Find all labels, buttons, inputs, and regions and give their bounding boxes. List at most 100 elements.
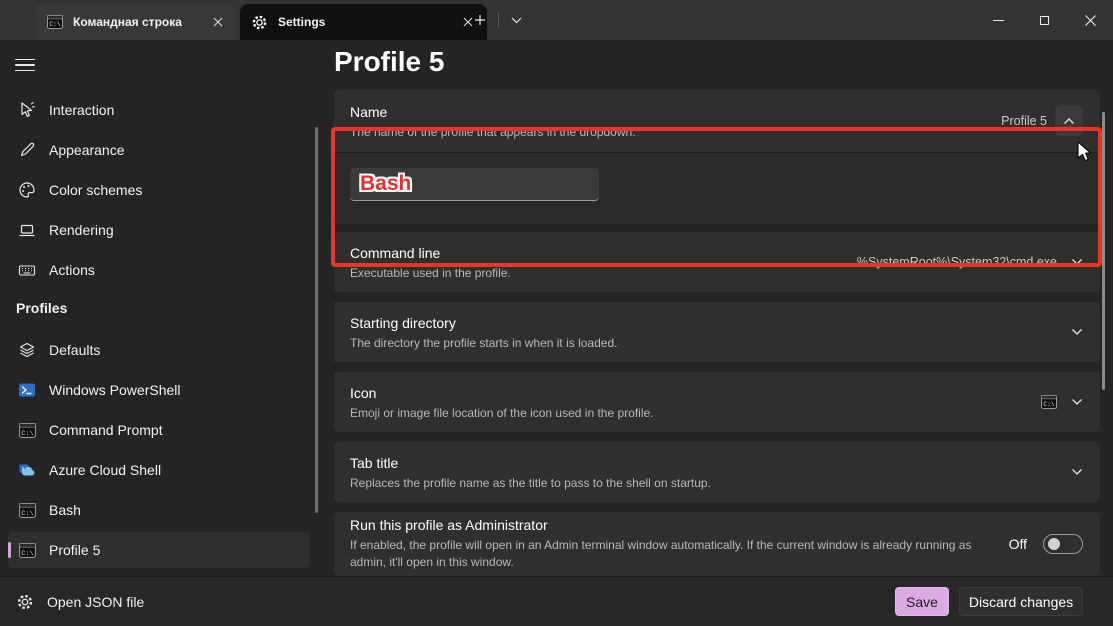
setting-title: Tab title	[350, 455, 1071, 471]
sidebar-item-label: Actions	[49, 262, 95, 278]
tab-settings[interactable]: Settings	[240, 4, 487, 40]
setting-description: Replaces the profile name as the title t…	[350, 476, 1071, 490]
setting-title: Command line	[350, 245, 857, 261]
gear-icon	[251, 14, 268, 31]
minimize-button[interactable]	[975, 0, 1021, 40]
new-tab-button[interactable]	[468, 8, 492, 32]
save-button[interactable]: Save	[895, 587, 949, 616]
cmd-window-icon: C:\	[18, 501, 36, 519]
sidebar-item-bash[interactable]: C:\ Bash	[8, 492, 310, 528]
open-json-file-button[interactable]: Open JSON file	[16, 593, 144, 611]
name-input[interactable]: Bash	[350, 168, 599, 201]
sidebar-item-label: Color schemes	[49, 182, 142, 198]
starting-directory-row[interactable]: Starting directory The directory the pro…	[334, 302, 1100, 362]
close-button[interactable]	[1067, 0, 1113, 40]
sidebar-item-azure-cloud-shell[interactable]: Azure Cloud Shell	[8, 452, 310, 488]
windows-terminal-settings-window: C:\ Командная строка Settings	[0, 0, 1113, 626]
setting-description: Emoji or image file location of the icon…	[350, 406, 1041, 420]
sidebar-item-defaults[interactable]: Defaults	[8, 332, 310, 368]
svg-text:C:\: C:\	[49, 21, 61, 28]
setting-title: Name	[350, 104, 1001, 120]
tab-label: Командная строка	[73, 15, 207, 29]
content-scrollbar[interactable]	[1102, 112, 1105, 390]
sidebar-item-label: Rendering	[49, 222, 114, 238]
gear-icon	[16, 593, 34, 611]
setting-description: The directory the profile starts in when…	[350, 336, 1071, 350]
chevron-down-icon	[1071, 398, 1083, 406]
sidebar-item-actions[interactable]: Actions	[8, 252, 310, 288]
mouse-pointer-icon	[18, 101, 36, 119]
cmd-window-icon: C:\	[18, 541, 36, 559]
tab-divider	[498, 12, 499, 28]
sidebar-scrollbar[interactable]	[315, 127, 318, 513]
sidebar-item-windows-powershell[interactable]: Windows PowerShell	[8, 372, 310, 408]
sidebar-item-command-prompt[interactable]: C:\ Command Prompt	[8, 412, 310, 448]
window-controls	[975, 0, 1113, 40]
hamburger-menu-button[interactable]	[12, 52, 38, 78]
sidebar-item-color-schemes[interactable]: Color schemes	[8, 172, 310, 208]
tab-close-icon[interactable]	[207, 11, 229, 33]
admin-toggle[interactable]	[1043, 534, 1083, 554]
sidebar-item-label: Defaults	[49, 342, 100, 358]
sidebar-item-profile-5[interactable]: C:\ Profile 5	[8, 532, 310, 568]
titlebar: C:\ Командная строка Settings	[0, 0, 1113, 40]
sidebar-item-label: Windows PowerShell	[49, 382, 181, 398]
name-expander-header[interactable]: Name The name of the profile that appear…	[334, 90, 1100, 152]
name-input-value: Bash	[360, 172, 411, 196]
name-setting-card: Name The name of the profile that appear…	[334, 90, 1100, 224]
name-expander-body: Bash	[334, 152, 1100, 224]
footer-bar: Open JSON file Save Discard changes	[0, 576, 1113, 626]
discard-changes-button[interactable]: Discard changes	[959, 587, 1083, 616]
cmd-window-icon: C:\	[47, 15, 63, 29]
azure-cloud-icon	[18, 461, 36, 479]
sidebar-item-label: Bash	[49, 502, 81, 518]
maximize-button[interactable]	[1021, 0, 1067, 40]
name-collapsed-value: Profile 5	[1001, 114, 1047, 128]
svg-text:C:\: C:\	[21, 549, 33, 557]
svg-text:C:\: C:\	[1043, 401, 1055, 408]
tab-label: Settings	[278, 15, 457, 29]
main-content: Profile 5 Name The name of the profile t…	[334, 40, 1100, 576]
tab-dropdown-button[interactable]	[504, 8, 528, 32]
sidebar-item-label: Interaction	[49, 102, 114, 118]
sidebar-item-label: Appearance	[49, 142, 125, 158]
chevron-down-icon	[1071, 258, 1083, 266]
svg-text:C:\: C:\	[21, 509, 33, 517]
sidebar-item-interaction[interactable]: Interaction	[8, 92, 310, 128]
toggle-state-label: Off	[1009, 536, 1027, 552]
svg-text:C:\: C:\	[21, 429, 33, 437]
palette-icon	[18, 181, 36, 199]
powershell-icon	[18, 381, 36, 399]
icon-row[interactable]: Icon Emoji or image file location of the…	[334, 372, 1100, 432]
page-title: Profile 5	[334, 46, 444, 78]
open-json-file-label: Open JSON file	[47, 594, 144, 610]
setting-title: Run this profile as Administrator	[350, 517, 1009, 533]
setting-description: If enabled, the profile will open in an …	[350, 537, 990, 571]
profile-icon-preview: C:\	[1041, 395, 1057, 409]
sidebar-item-label: Azure Cloud Shell	[49, 462, 161, 478]
chevron-down-icon	[1071, 328, 1083, 336]
sidebar-item-label: Command Prompt	[49, 422, 163, 438]
sidebar-item-appearance[interactable]: Appearance	[8, 132, 310, 168]
chevron-down-icon	[1071, 468, 1083, 476]
laptop-icon	[18, 221, 36, 239]
tab-title-row[interactable]: Tab title Replaces the profile name as t…	[334, 442, 1100, 502]
chevron-up-icon	[1063, 117, 1075, 125]
sidebar-item-label: Profile 5	[49, 542, 100, 558]
setting-description: Executable used in the profile.	[350, 266, 857, 280]
tab-command-prompt[interactable]: C:\ Командная строка	[36, 4, 237, 40]
layers-icon	[18, 341, 36, 359]
setting-title: Starting directory	[350, 315, 1071, 331]
setting-title: Icon	[350, 385, 1041, 401]
sidebar: Interaction Appearance Color schemes Ren…	[0, 40, 322, 576]
run-as-admin-row: Run this profile as Administrator If ena…	[334, 512, 1100, 576]
pen-icon	[18, 141, 36, 159]
toggle-knob	[1048, 538, 1060, 550]
command-line-value: %SystemRoot%\System32\cmd.exe	[857, 255, 1057, 269]
collapse-button[interactable]	[1055, 106, 1083, 136]
command-line-row[interactable]: Command line Executable used in the prof…	[334, 232, 1100, 292]
setting-description: The name of the profile that appears in …	[350, 125, 1001, 139]
cmd-window-icon: C:\	[18, 421, 36, 439]
sidebar-item-rendering[interactable]: Rendering	[8, 212, 310, 248]
keyboard-icon	[18, 261, 36, 279]
